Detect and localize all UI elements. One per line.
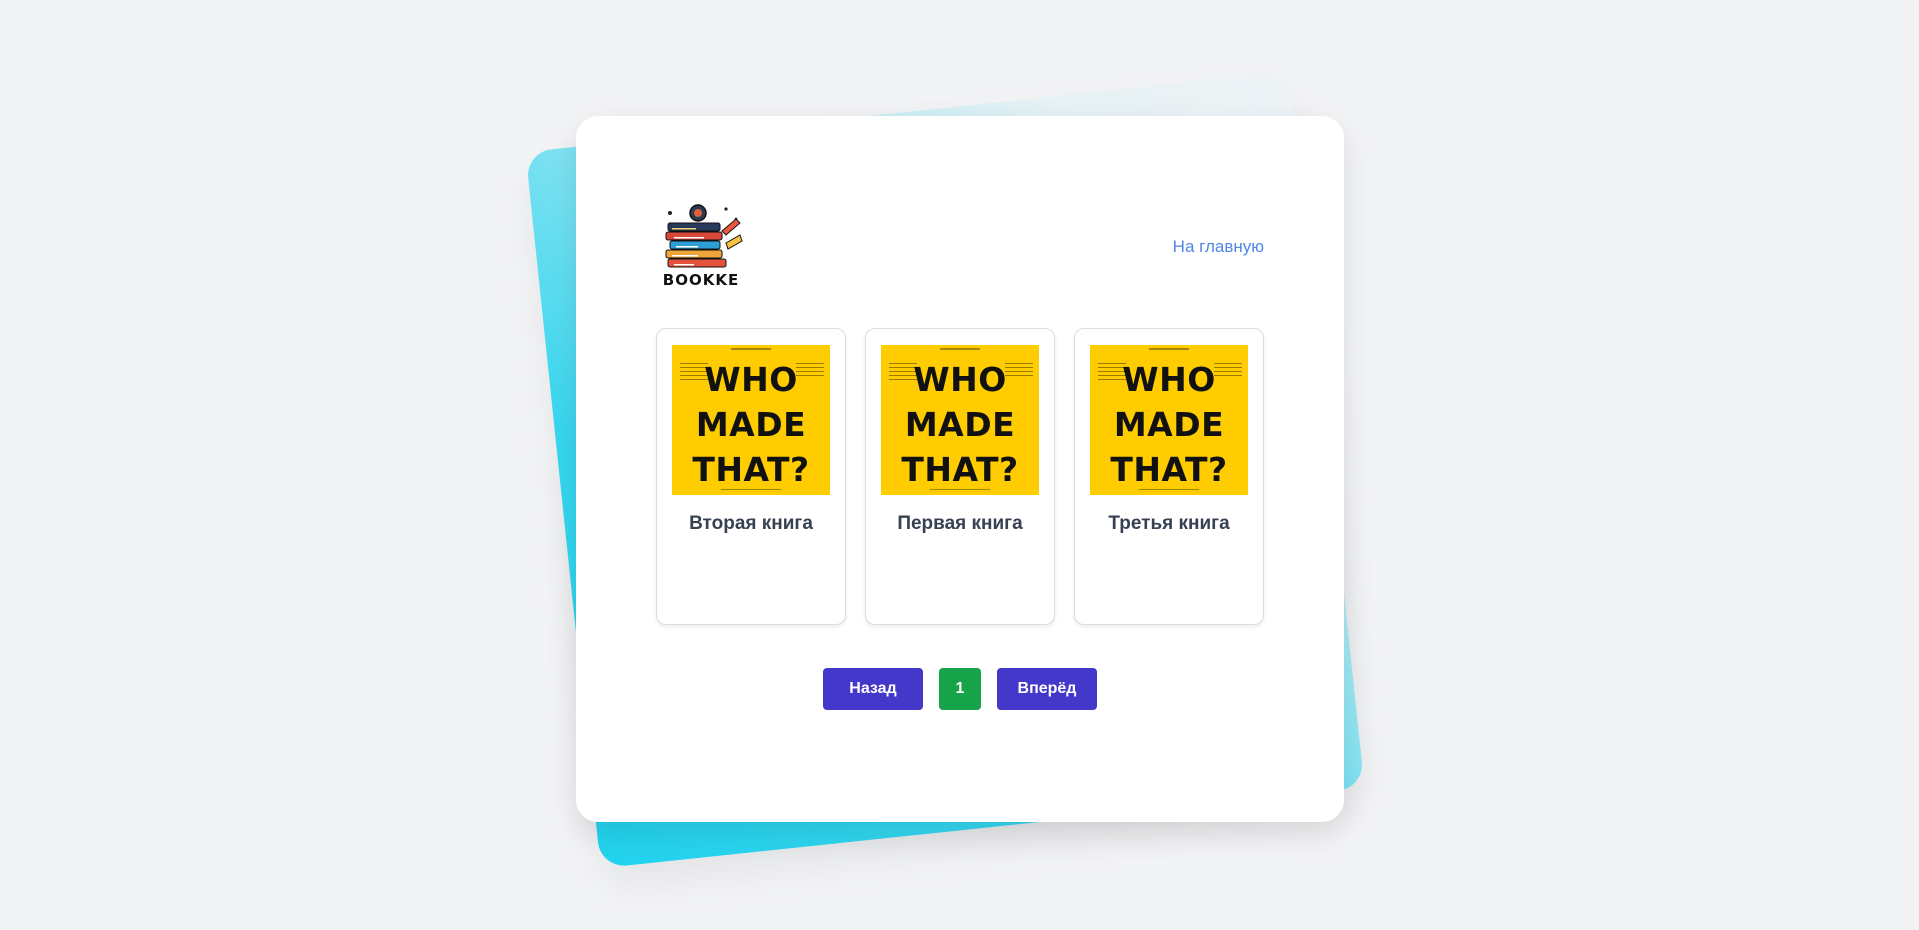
book-grid: WHO MADE THAT? Вторая книга WHO MADE THAT? П…: [656, 328, 1264, 625]
header: BOOKKE На главную: [656, 201, 1264, 291]
book-title[interactable]: Вторая книга: [657, 513, 845, 535]
book-card[interactable]: WHO MADE THAT? Третья книга: [1074, 328, 1264, 625]
cover-title: WHO MADE THAT?: [901, 360, 1019, 489]
svg-text:BOOKKE: BOOKKE: [663, 271, 739, 289]
book-cover-image: WHO MADE THAT?: [1090, 345, 1248, 495]
book-card[interactable]: WHO MADE THAT? Вторая книга: [656, 328, 846, 625]
bookke-logo[interactable]: BOOKKE: [656, 201, 746, 291]
cover-top-line: [672, 348, 830, 354]
cover-title: WHO MADE THAT?: [692, 360, 810, 489]
prev-page-button[interactable]: Назад: [823, 668, 923, 710]
cover-top-line: [881, 348, 1039, 354]
cover-top-line: [1090, 348, 1248, 354]
book-cover-image: WHO MADE THAT?: [881, 345, 1039, 495]
current-page-button[interactable]: 1: [939, 668, 981, 710]
cover-bottom-line: [1090, 489, 1248, 493]
home-link[interactable]: На главную: [1173, 237, 1264, 257]
book-cover-image: WHO MADE THAT?: [672, 345, 830, 495]
book-card[interactable]: WHO MADE THAT? Первая книга: [865, 328, 1055, 625]
cover-bottom-line: [672, 489, 830, 493]
cover-title: WHO MADE THAT?: [1110, 360, 1228, 489]
book-title[interactable]: Третья книга: [1075, 513, 1263, 535]
book-title[interactable]: Первая книга: [866, 513, 1054, 535]
pagination: Назад 1 Вперёд: [576, 668, 1344, 710]
cover-bottom-line: [881, 489, 1039, 493]
page-stage: BOOKKE На главную WHO MADE THAT? Вторая кн…: [0, 0, 1919, 930]
main-card: BOOKKE На главную WHO MADE THAT? Вторая кн…: [576, 116, 1344, 822]
next-page-button[interactable]: Вперёд: [997, 668, 1097, 710]
